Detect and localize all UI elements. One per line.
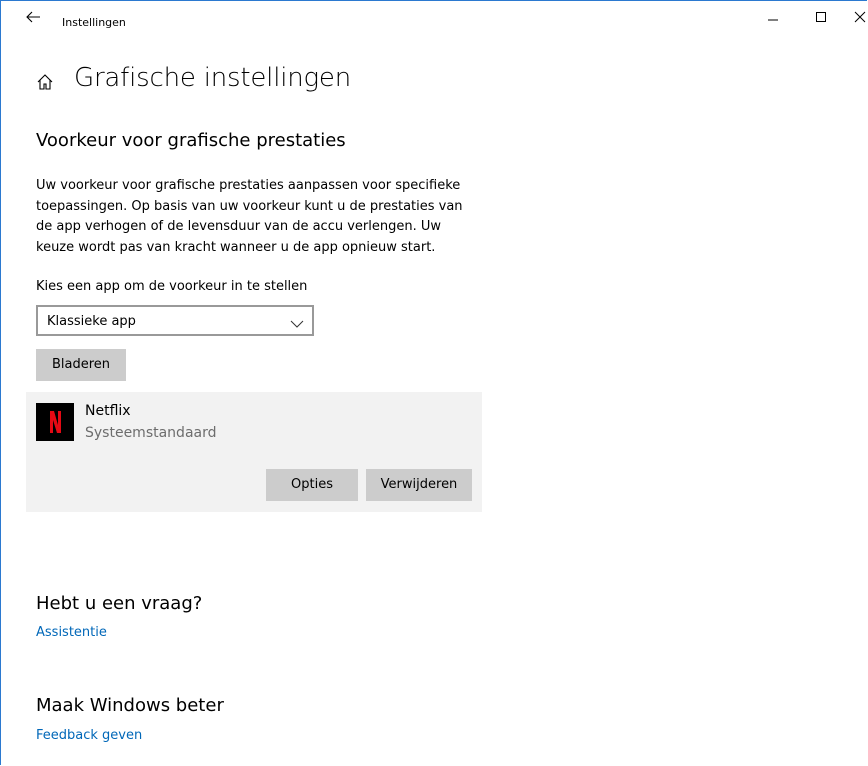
options-button[interactable]: Opties (266, 469, 358, 501)
home-icon[interactable] (35, 72, 55, 92)
remove-button[interactable]: Verwijderen (366, 469, 472, 501)
netflix-logo-icon (36, 403, 74, 441)
feedback-section-title: Maak Windows beter (36, 695, 224, 716)
assistance-link[interactable]: Assistentie (36, 625, 107, 640)
back-arrow-icon[interactable] (21, 5, 45, 29)
window-title: Instellingen (62, 16, 126, 29)
app-preference-status: Systeemstandaard (85, 425, 217, 441)
app-list-item[interactable]: Netflix Systeemstandaard Opties Verwijde… (26, 392, 482, 512)
feedback-link[interactable]: Feedback geven (36, 728, 142, 743)
chevron-down-icon (290, 315, 304, 328)
title-bar: Instellingen (1, 1, 868, 32)
maximize-icon[interactable] (809, 7, 833, 27)
close-icon[interactable] (853, 7, 868, 27)
browse-button[interactable]: Bladeren (36, 349, 126, 381)
select-label: Kies een app om de voorkeur in te stelle… (36, 279, 308, 294)
app-type-dropdown[interactable]: Klassieke app (36, 305, 314, 336)
help-section-title: Hebt u een vraag? (36, 593, 203, 614)
section-title: Voorkeur voor grafische prestaties (36, 130, 346, 151)
page-title: Grafische instellingen (74, 63, 351, 93)
dropdown-selected-value: Klassieke app (47, 314, 136, 329)
settings-window: Instellingen Grafische instellingen Voor… (0, 0, 867, 765)
minimize-icon[interactable] (761, 7, 785, 27)
section-description: Uw voorkeur voor grafische prestaties aa… (36, 178, 463, 255)
app-name: Netflix (85, 403, 131, 419)
